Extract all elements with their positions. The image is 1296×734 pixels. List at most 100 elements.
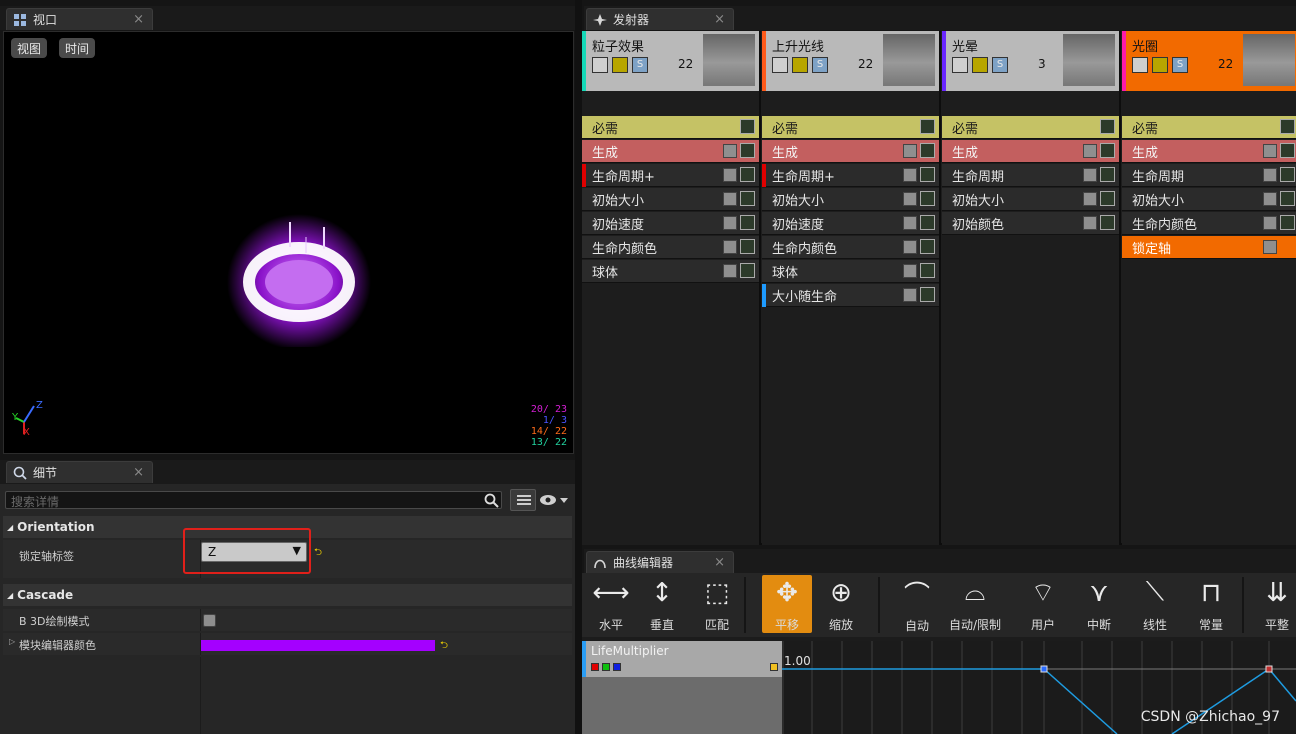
- module-row[interactable]: 初始大小: [942, 188, 1119, 211]
- module-enable-checkbox[interactable]: [723, 240, 737, 254]
- module-enable-checkbox[interactable]: [723, 216, 737, 230]
- curve-tool-button[interactable]: ⇊ 平整: [1252, 575, 1296, 633]
- emitter-header[interactable]: 上升光线 S 22: [762, 31, 939, 91]
- curve-tool-button[interactable]: ⋎ 中断: [1074, 575, 1124, 633]
- curve-graph-icon[interactable]: [1280, 167, 1295, 182]
- emitter-column[interactable]: 光晕 S 3 必需 生成 生命周期 初始大小 初始颜色: [942, 31, 1121, 545]
- curve-tool-button[interactable]: ⌒ 自动: [892, 575, 942, 634]
- module-row[interactable]: 必需: [582, 116, 759, 139]
- render-mode-icon[interactable]: [612, 57, 628, 73]
- view-button[interactable]: 视图: [11, 38, 47, 58]
- module-row[interactable]: 必需: [1122, 116, 1296, 139]
- close-icon[interactable]: ×: [133, 465, 144, 480]
- curve-graph-icon[interactable]: [740, 119, 755, 134]
- module-enable-checkbox[interactable]: [1083, 192, 1097, 206]
- curve-graph-icon[interactable]: [740, 167, 755, 182]
- section-cascade[interactable]: ◢ Cascade: [3, 584, 572, 606]
- module-enable-checkbox[interactable]: [1083, 168, 1097, 182]
- curve-tool-button[interactable]: ⊕ 缩放: [816, 575, 866, 633]
- expand-triangle-icon[interactable]: ▷: [9, 637, 15, 646]
- curve-item-life-multiplier[interactable]: LifeMultiplier: [582, 641, 782, 677]
- curve-visibility-toggle[interactable]: [770, 663, 778, 671]
- curve-tool-button[interactable]: ↕ 垂直: [637, 575, 687, 633]
- curve-tool-button[interactable]: ⟍ 线性: [1130, 575, 1180, 633]
- tab-viewport[interactable]: 视口 ×: [6, 8, 153, 30]
- curve-graph-icon[interactable]: [1280, 215, 1295, 230]
- module-enable-checkbox[interactable]: [1263, 240, 1277, 254]
- curve-graph-icon[interactable]: [1100, 119, 1115, 134]
- module-enable-checkbox[interactable]: [903, 216, 917, 230]
- curve-tool-button[interactable]: ⊓ 常量: [1186, 575, 1236, 633]
- module-enable-checkbox[interactable]: [1083, 216, 1097, 230]
- eye-icon[interactable]: [539, 492, 569, 508]
- enable-checkbox[interactable]: [952, 57, 968, 73]
- module-row[interactable]: 生命周期: [942, 164, 1119, 187]
- emitter-header[interactable]: 光圈 S 22: [1122, 31, 1296, 91]
- emitter-column[interactable]: 粒子效果 S 22 必需 生成 生命周期+ 初始大小 初始速度 生命内颜色 球体: [582, 31, 761, 545]
- module-row[interactable]: 生命内颜色: [1122, 212, 1296, 235]
- red-channel-toggle[interactable]: [591, 663, 599, 671]
- module-enable-checkbox[interactable]: [903, 288, 917, 302]
- module-enable-checkbox[interactable]: [723, 192, 737, 206]
- curve-graph-icon[interactable]: [1100, 143, 1115, 158]
- enable-checkbox[interactable]: [592, 57, 608, 73]
- module-enable-checkbox[interactable]: [1263, 144, 1277, 158]
- b3d-draw-mode-checkbox[interactable]: [203, 614, 216, 627]
- module-enable-checkbox[interactable]: [1083, 144, 1097, 158]
- module-enable-checkbox[interactable]: [903, 168, 917, 182]
- module-editor-color-swatch[interactable]: [201, 640, 435, 651]
- curve-graph-icon[interactable]: [740, 143, 755, 158]
- module-enable-checkbox[interactable]: [723, 144, 737, 158]
- curve-graph-icon[interactable]: [920, 239, 935, 254]
- curve-graph-icon[interactable]: [920, 215, 935, 230]
- curve-graph-icon[interactable]: [920, 119, 935, 134]
- render-mode-icon[interactable]: [1152, 57, 1168, 73]
- module-row[interactable]: 必需: [762, 116, 939, 139]
- curve-graph-icon[interactable]: [920, 191, 935, 206]
- curve-tool-button[interactable]: ✥ 平移: [762, 575, 812, 633]
- module-row[interactable]: 生成: [582, 140, 759, 163]
- curve-graph[interactable]: 1.00 CSDN @Zhichao_97: [782, 641, 1296, 734]
- curve-graph-icon[interactable]: [920, 263, 935, 278]
- module-row[interactable]: 生成: [1122, 140, 1296, 163]
- module-row[interactable]: 生命内颜色: [582, 236, 759, 259]
- tab-curve-editor[interactable]: 曲线编辑器 ×: [586, 551, 734, 573]
- emitter-header[interactable]: 粒子效果 S 22: [582, 31, 759, 91]
- module-enable-checkbox[interactable]: [903, 240, 917, 254]
- module-row[interactable]: 生命内颜色: [762, 236, 939, 259]
- search-details-input[interactable]: 搜索详情: [5, 491, 502, 509]
- module-row[interactable]: 生成: [762, 140, 939, 163]
- time-button[interactable]: 时间: [59, 38, 95, 58]
- curve-graph-icon[interactable]: [920, 143, 935, 158]
- curve-graph-icon[interactable]: [740, 239, 755, 254]
- enable-checkbox[interactable]: [772, 57, 788, 73]
- module-enable-checkbox[interactable]: [723, 168, 737, 182]
- render-mode-icon[interactable]: [792, 57, 808, 73]
- enable-checkbox[interactable]: [1132, 57, 1148, 73]
- module-row[interactable]: 初始颜色: [942, 212, 1119, 235]
- curve-tool-button[interactable]: ⌓ 自动/限制: [949, 575, 1001, 633]
- lock-axis-dropdown[interactable]: Z ▼: [201, 542, 307, 562]
- module-enable-checkbox[interactable]: [1263, 168, 1277, 182]
- curve-tool-button[interactable]: ⟷ 水平: [586, 575, 636, 633]
- module-enable-checkbox[interactable]: [903, 144, 917, 158]
- module-row[interactable]: 初始大小: [582, 188, 759, 211]
- module-enable-checkbox[interactable]: [903, 192, 917, 206]
- tab-details[interactable]: 细节 ×: [6, 461, 153, 483]
- close-icon[interactable]: ×: [133, 12, 144, 27]
- curve-tool-button[interactable]: ⬚ 匹配: [692, 575, 742, 633]
- close-icon[interactable]: ×: [714, 555, 725, 570]
- module-row[interactable]: 大小随生命: [762, 284, 939, 307]
- solo-icon[interactable]: S: [992, 57, 1008, 73]
- module-row[interactable]: 生命周期: [1122, 164, 1296, 187]
- module-row[interactable]: 生命周期+: [762, 164, 939, 187]
- panel-splitter[interactable]: [575, 0, 582, 734]
- solo-icon[interactable]: S: [632, 57, 648, 73]
- viewport[interactable]: 视图 时间 X Y Z 20/ 23 1/ 3 14/ 22 13/ 22: [3, 31, 574, 454]
- module-enable-checkbox[interactable]: [1263, 192, 1277, 206]
- curve-graph-icon[interactable]: [740, 263, 755, 278]
- curve-tool-button[interactable]: ⌔ 用户: [1018, 575, 1068, 633]
- curve-graph-icon[interactable]: [1280, 143, 1295, 158]
- module-row[interactable]: 初始大小: [1122, 188, 1296, 211]
- module-row[interactable]: 锁定轴: [1122, 236, 1296, 259]
